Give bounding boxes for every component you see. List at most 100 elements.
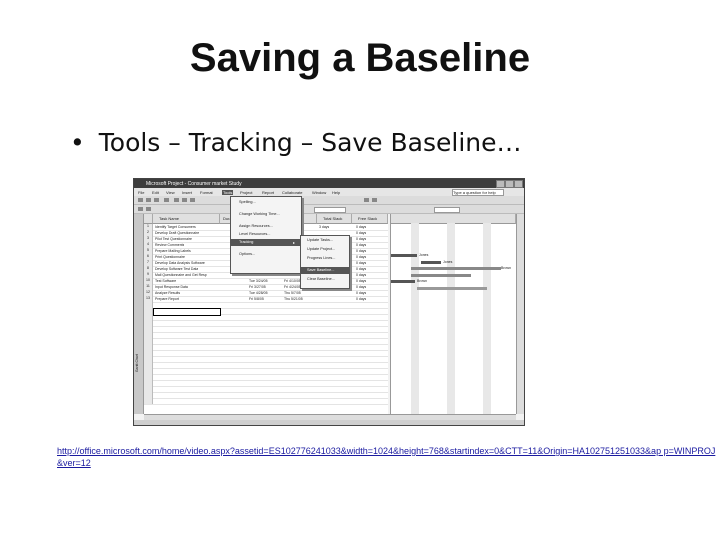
table-cell[interactable]: Tue 3/24/05 <box>249 279 268 283</box>
table-cell[interactable]: 0 days <box>356 255 366 259</box>
table-cell[interactable]: 0 days <box>356 261 366 265</box>
column-header[interactable]: Free Slack <box>352 214 388 224</box>
menu-insert[interactable]: Insert <box>182 190 192 195</box>
vertical-scrollbar[interactable] <box>516 214 524 414</box>
table-cell[interactable]: 0 days <box>356 237 366 241</box>
gantt-bar[interactable] <box>411 274 471 277</box>
view-bar[interactable]: Gantt Chart <box>134 214 144 414</box>
table-row[interactable] <box>144 398 388 405</box>
submenu-item-save-baseline[interactable]: Save Baseline... <box>301 267 349 274</box>
gantt-bar[interactable] <box>421 261 441 264</box>
gantt-bar[interactable] <box>391 280 415 283</box>
video-link[interactable]: http://office.microsoft.com/home/video.a… <box>57 445 717 469</box>
table-cell[interactable]: Identify Target Consumers <box>155 225 196 229</box>
menu-edit[interactable]: Edit <box>152 190 159 195</box>
maximize-icon[interactable] <box>505 180 514 188</box>
font-select[interactable] <box>314 207 346 213</box>
filter-select[interactable] <box>434 207 460 213</box>
nonworking-time <box>447 223 455 414</box>
table-cell[interactable]: 0 days <box>356 231 366 235</box>
slide-title: Saving a Baseline <box>189 36 531 80</box>
menu-item-assign-resources[interactable]: Assign Resources... <box>231 223 301 230</box>
column-header[interactable]: Task Name <box>153 214 220 224</box>
table-cell[interactable]: 0 days <box>356 267 366 271</box>
table-cell[interactable]: Develop Draft Questionnaire <box>155 231 199 235</box>
menu-item-spelling[interactable]: Spelling... <box>231 199 301 206</box>
formatting-toolbar <box>134 205 524 214</box>
window-titlebar: Microsoft Project - Consumer market Stud… <box>134 179 524 188</box>
table-cell[interactable]: 0 days <box>356 285 366 289</box>
new-icon[interactable] <box>138 198 143 202</box>
table-cell[interactable]: Develop Software Test Data <box>155 267 198 271</box>
cut-icon[interactable] <box>174 198 179 202</box>
menu-help[interactable]: Help <box>332 190 340 195</box>
table-cell[interactable]: Develop Data Analysis Software <box>155 261 205 265</box>
resource-label: Brown <box>501 266 511 270</box>
submenu-item-update-tasks[interactable]: Update Tasks... <box>301 237 349 244</box>
gantt-bar[interactable] <box>391 254 417 257</box>
table-cell[interactable]: Test Software <box>155 279 176 283</box>
paste-icon[interactable] <box>190 198 195 202</box>
gantt-bar[interactable] <box>417 287 487 290</box>
status-bar <box>134 420 524 425</box>
table-cell[interactable]: Fri 4/10/05 <box>284 279 301 283</box>
menu-collaborate[interactable]: Collaborate <box>282 190 302 195</box>
menu-window[interactable]: Window <box>312 190 326 195</box>
submenu-item-clear-baseline[interactable]: Clear Baseline... <box>301 276 349 283</box>
menu-report[interactable]: Report <box>262 190 274 195</box>
menu-item-level-resources[interactable]: Level Resources... <box>231 231 301 238</box>
table-cell[interactable]: Fri 4/24/05 <box>284 285 301 289</box>
table-cell[interactable]: Review Comments <box>155 243 184 247</box>
row-number[interactable] <box>144 398 153 404</box>
table-cell[interactable]: 0 days <box>356 249 366 253</box>
table-cell[interactable]: 0 days <box>356 273 366 277</box>
menu-view[interactable]: View <box>166 190 175 195</box>
standard-toolbar <box>134 196 524 205</box>
table-cell[interactable]: Fri 3/27/05 <box>249 285 266 289</box>
table-cell[interactable]: 0 days <box>356 243 366 247</box>
submenu-item-update-project[interactable]: Update Project... <box>301 246 349 253</box>
table-cell[interactable]: Print Questionnaire <box>155 255 185 259</box>
menu-project[interactable]: Project <box>240 190 252 195</box>
submenu-item-progress-lines[interactable]: Progress Lines... <box>301 255 349 262</box>
table-cell[interactable]: 0 days <box>356 297 366 301</box>
table-cell[interactable]: Pilot Test Questionnaire <box>155 237 192 241</box>
outdent-icon[interactable] <box>146 207 151 211</box>
table-cell[interactable]: Analyze Results <box>155 291 180 295</box>
menu-tools[interactable]: Tools <box>222 190 234 195</box>
tools-menu: Spelling... Change Working Time... Assig… <box>230 196 302 274</box>
menu-item-options[interactable]: Options... <box>231 251 301 258</box>
table-cell[interactable]: 3 days <box>319 225 329 229</box>
indent-icon[interactable] <box>138 207 143 211</box>
gantt-bar[interactable] <box>411 267 501 270</box>
menu-item-change-working-time[interactable]: Change Working Time... <box>231 211 301 218</box>
table-cell[interactable]: Thu 5/7/05 <box>284 291 301 295</box>
column-header[interactable]: Total Slack <box>317 214 352 224</box>
copy-icon[interactable] <box>182 198 187 202</box>
table-cell[interactable]: Tue 4/28/05 <box>249 291 268 295</box>
zoom-out-icon[interactable] <box>372 198 377 202</box>
table-cell[interactable]: Prepare Report <box>155 297 179 301</box>
table-cell[interactable]: Thu 5/21/05 <box>284 297 303 301</box>
table-cell[interactable]: Input Response Data <box>155 285 188 289</box>
table-cell[interactable]: Fri 5/8/05 <box>249 297 264 301</box>
table-cell[interactable]: Prepare Mailing Labels <box>155 249 191 253</box>
print-icon[interactable] <box>164 198 169 202</box>
bullet-marker: • <box>70 128 85 157</box>
zoom-in-icon[interactable] <box>364 198 369 202</box>
table-cell[interactable]: 0 days <box>356 225 366 229</box>
minimize-icon[interactable] <box>496 180 505 188</box>
table-cell[interactable]: 0 days <box>356 291 366 295</box>
menu-file[interactable]: File <box>138 190 144 195</box>
save-icon[interactable] <box>154 198 159 202</box>
menu-item-tracking[interactable]: Tracking ▸ <box>231 239 301 246</box>
selected-cell[interactable] <box>153 308 221 316</box>
open-icon[interactable] <box>146 198 151 202</box>
help-search-input[interactable]: Type a question for help <box>452 189 504 196</box>
menu-format[interactable]: Format <box>200 190 213 195</box>
submenu-arrow-icon: ▸ <box>293 241 295 245</box>
table-cell[interactable]: 0 days <box>356 279 366 283</box>
table-cell[interactable]: Mail Questionnaire and Get Resp <box>155 273 207 277</box>
nonworking-time <box>483 223 491 414</box>
close-icon[interactable] <box>514 180 523 188</box>
